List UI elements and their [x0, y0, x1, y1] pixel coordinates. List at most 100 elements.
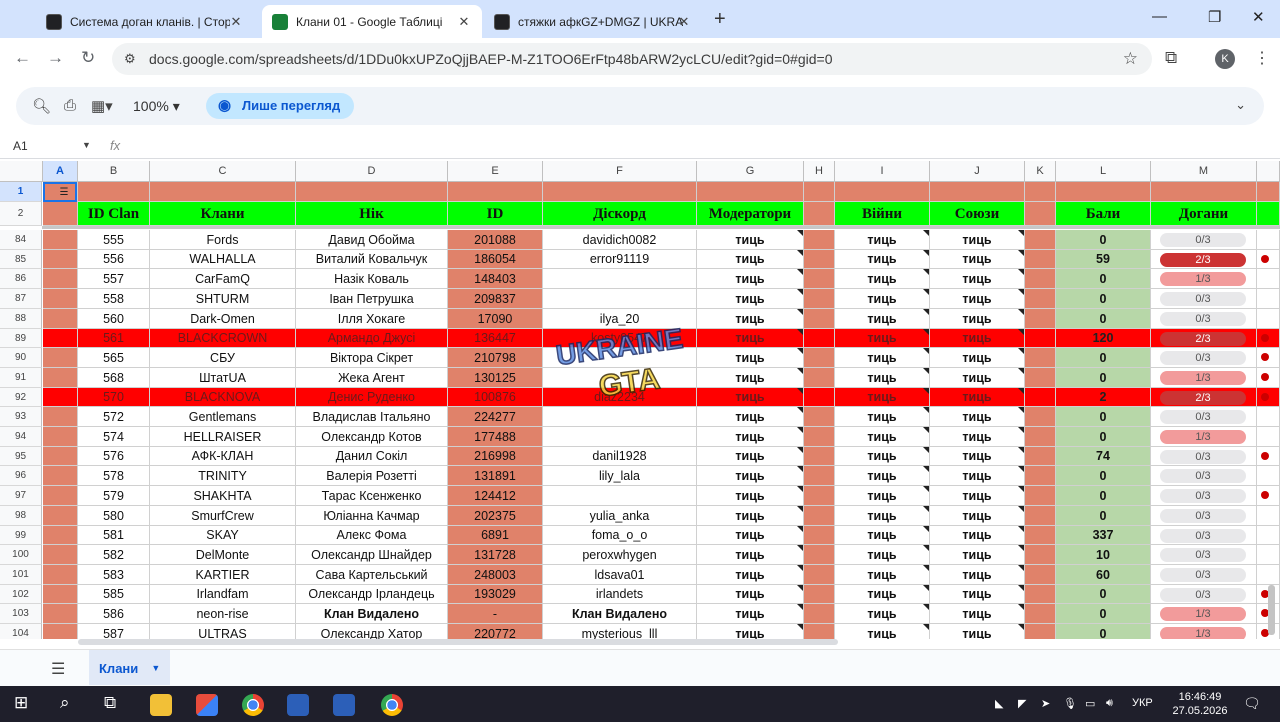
warning-chip[interactable]: 0/3: [1160, 351, 1246, 365]
cell-m[interactable]: 0/3: [1151, 526, 1257, 545]
cell-e[interactable]: 216998: [448, 447, 543, 466]
column-header-k[interactable]: K: [1025, 161, 1056, 182]
cell-k[interactable]: [1025, 407, 1056, 427]
cell-i[interactable]: тиць: [835, 289, 930, 309]
cell-h[interactable]: [804, 289, 835, 309]
cell-d[interactable]: Денис Руденко: [296, 388, 448, 407]
cell-e[interactable]: 210798: [448, 348, 543, 368]
cell-m[interactable]: 0/3: [1151, 230, 1257, 250]
warning-chip[interactable]: 0/3: [1160, 292, 1246, 306]
cell-d[interactable]: Віктора Сікрет: [296, 348, 448, 368]
cell-a[interactable]: [43, 329, 78, 348]
cell-c[interactable]: CarFamQ: [150, 269, 296, 289]
cell-l[interactable]: 0: [1056, 230, 1151, 250]
close-window-icon[interactable]: ✕: [1252, 8, 1265, 26]
cell-d[interactable]: Сава Картельський: [296, 565, 448, 585]
profile-avatar[interactable]: K: [1215, 49, 1235, 69]
new-tab-icon[interactable]: +: [714, 8, 726, 31]
cell-m[interactable]: 0/3: [1151, 289, 1257, 309]
cell-f[interactable]: diaz2234: [543, 388, 697, 407]
cell-l[interactable]: 0: [1056, 407, 1151, 427]
zoom-select[interactable]: 100% ▾: [133, 98, 180, 115]
tray-app-icon[interactable]: ◤: [1018, 697, 1026, 710]
column-header-l[interactable]: L: [1056, 161, 1151, 182]
cell-b[interactable]: 587: [78, 624, 150, 639]
cell-f[interactable]: Клан Видалено: [543, 604, 697, 624]
cell-j[interactable]: тиць: [930, 604, 1025, 624]
cell-h[interactable]: [804, 506, 835, 526]
cell-d[interactable]: Олександр Шнайдер: [296, 545, 448, 565]
cell-b[interactable]: 558: [78, 289, 150, 309]
cell-f[interactable]: [543, 407, 697, 427]
row-header[interactable]: 95: [0, 447, 42, 466]
cell-c[interactable]: WALHALLA: [150, 250, 296, 269]
cell-j[interactable]: тиць: [930, 427, 1025, 447]
cell-c[interactable]: HELLRAISER: [150, 427, 296, 447]
caret-down-icon[interactable]: ▼: [82, 140, 91, 150]
caret-down-icon[interactable]: ▼: [151, 650, 160, 687]
cell-f[interactable]: peroxwhygen: [543, 545, 697, 565]
cell-b[interactable]: 578: [78, 466, 150, 486]
app-icon[interactable]: [333, 694, 355, 716]
cell-j[interactable]: тиць: [930, 309, 1025, 329]
cell-l[interactable]: 2: [1056, 388, 1151, 407]
send-icon[interactable]: ➤: [1041, 697, 1050, 710]
bookmark-star-icon[interactable]: ☆: [1123, 49, 1138, 69]
cell-l[interactable]: 0: [1056, 585, 1151, 604]
cell-j[interactable]: тиць: [930, 289, 1025, 309]
cell-h[interactable]: [804, 269, 835, 289]
cell-b[interactable]: 574: [78, 427, 150, 447]
cell-i[interactable]: тиць: [835, 230, 930, 250]
cell-e[interactable]: 136447: [448, 329, 543, 348]
chrome-profile-icon[interactable]: [381, 694, 403, 716]
cell-e[interactable]: 177488: [448, 427, 543, 447]
close-icon[interactable]: ✕: [228, 14, 244, 30]
cell[interactable]: [296, 182, 448, 202]
cell-i[interactable]: тиць: [835, 585, 930, 604]
cell-e[interactable]: 201088: [448, 230, 543, 250]
cell-b[interactable]: 585: [78, 585, 150, 604]
cell-l[interactable]: 0: [1056, 604, 1151, 624]
row-header[interactable]: 91: [0, 368, 42, 388]
warning-chip[interactable]: 0/3: [1160, 450, 1246, 464]
cell-d[interactable]: Алекс Фома: [296, 526, 448, 545]
cell-m[interactable]: 2/3: [1151, 388, 1257, 407]
warning-chip[interactable]: 0/3: [1160, 469, 1246, 483]
cell-m[interactable]: 0/3: [1151, 506, 1257, 526]
cell-m[interactable]: 0/3: [1151, 486, 1257, 506]
cell-k[interactable]: [1025, 526, 1056, 545]
row-header[interactable]: 87: [0, 289, 42, 309]
cell-d[interactable]: Клан Видалено: [296, 604, 448, 624]
cell-i[interactable]: тиць: [835, 486, 930, 506]
cell-g[interactable]: тиць: [697, 250, 804, 269]
cell-h[interactable]: [804, 447, 835, 466]
microphone-icon[interactable]: 🎙︎: [1063, 697, 1077, 710]
cell-f[interactable]: yulia_anka: [543, 506, 697, 526]
cell-n[interactable]: [1257, 230, 1280, 250]
cell-m[interactable]: 0/3: [1151, 585, 1257, 604]
cell-m[interactable]: 1/3: [1151, 624, 1257, 639]
cell-i[interactable]: тиць: [835, 506, 930, 526]
cell-c[interactable]: SKAY: [150, 526, 296, 545]
task-view-icon[interactable]: ⧉: [104, 693, 116, 713]
cell-h[interactable]: [804, 407, 835, 427]
cell-d[interactable]: Виталий Ковальчук: [296, 250, 448, 269]
cell-h[interactable]: [804, 388, 835, 407]
cell-d[interactable]: Валерія Розетті: [296, 466, 448, 486]
row-header[interactable]: 92: [0, 388, 42, 407]
cell-n[interactable]: [1257, 407, 1280, 427]
cell-a[interactable]: [43, 624, 78, 639]
cell-i[interactable]: тиць: [835, 427, 930, 447]
row-header[interactable]: 103: [0, 604, 42, 624]
cell-a[interactable]: [43, 407, 78, 427]
chevron-down-icon[interactable]: ⌄: [1235, 97, 1246, 113]
cell[interactable]: [697, 182, 804, 202]
cell-b[interactable]: 583: [78, 565, 150, 585]
cell-e[interactable]: 209837: [448, 289, 543, 309]
cell-m[interactable]: 1/3: [1151, 269, 1257, 289]
cell-d[interactable]: Назік Коваль: [296, 269, 448, 289]
network-icon[interactable]: ▭: [1085, 697, 1095, 710]
cell-m[interactable]: 1/3: [1151, 368, 1257, 388]
row-header[interactable]: 85: [0, 250, 42, 269]
cell-e[interactable]: 100876: [448, 388, 543, 407]
